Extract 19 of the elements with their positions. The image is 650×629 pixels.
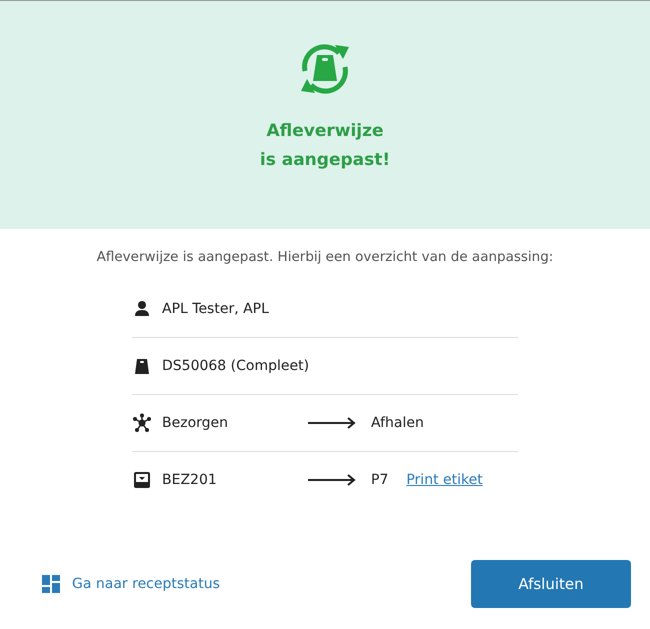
- row-text: DS50068 (Compleet): [162, 358, 310, 374]
- banner-title: is aangepast!: [260, 149, 390, 172]
- arrow-icon: [308, 474, 356, 486]
- dashboard-icon: [42, 575, 60, 593]
- row-text: BEZ201: [162, 472, 218, 488]
- intro-text: Afleverwijze is aangepast. Hierbij een overzicht van de aanpassing:: [96, 249, 554, 265]
- network-icon: [132, 413, 152, 433]
- inbox-icon: [132, 470, 152, 490]
- status-link[interactable]: Ga naar receptstatus: [42, 575, 220, 593]
- arrow-icon: [308, 417, 356, 429]
- close-button[interactable]: Afsluiten: [471, 560, 631, 608]
- new-value: Afhalen: [371, 415, 424, 431]
- row-text: Bezorgen: [162, 415, 230, 431]
- bag-icon: [132, 356, 152, 376]
- banner-title: Afleverwijze: [266, 120, 384, 143]
- row-text: APL Tester, APL: [162, 301, 270, 317]
- person-icon: [132, 299, 152, 319]
- print-label-link[interactable]: Print etiket: [406, 472, 483, 488]
- new-value: P7: [371, 472, 388, 488]
